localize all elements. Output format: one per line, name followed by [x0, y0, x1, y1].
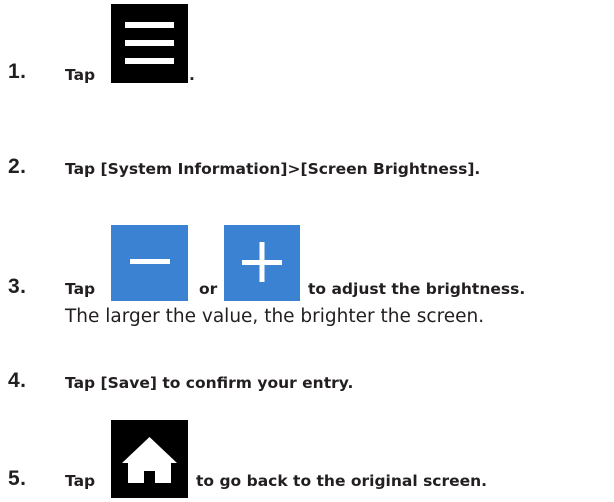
step-text: Tap [Save] to confirm your entry.: [65, 374, 354, 392]
step-number: 1.: [8, 60, 27, 83]
step-number: 4.: [8, 369, 27, 392]
step-text-end: to adjust the brightness.: [308, 280, 526, 298]
step-number: 5.: [8, 467, 27, 490]
plus-icon: [224, 225, 300, 301]
step-text: Tap: [65, 472, 96, 490]
step-text: Tap: [65, 280, 96, 298]
step-text-end: to go back to the original screen.: [196, 472, 488, 490]
step-number: 3.: [8, 275, 27, 298]
step-text-end: .: [189, 66, 195, 84]
menu-icon: [111, 4, 188, 83]
step-number: 2.: [8, 155, 27, 178]
minus-icon: [111, 225, 188, 301]
step-text-or: or: [199, 280, 218, 298]
home-icon: [111, 420, 188, 498]
step-text: Tap: [65, 66, 96, 84]
step-text: Tap [System Information]>[Screen Brightn…: [65, 160, 481, 178]
step-note: The larger the value, the brighter the s…: [65, 306, 485, 327]
